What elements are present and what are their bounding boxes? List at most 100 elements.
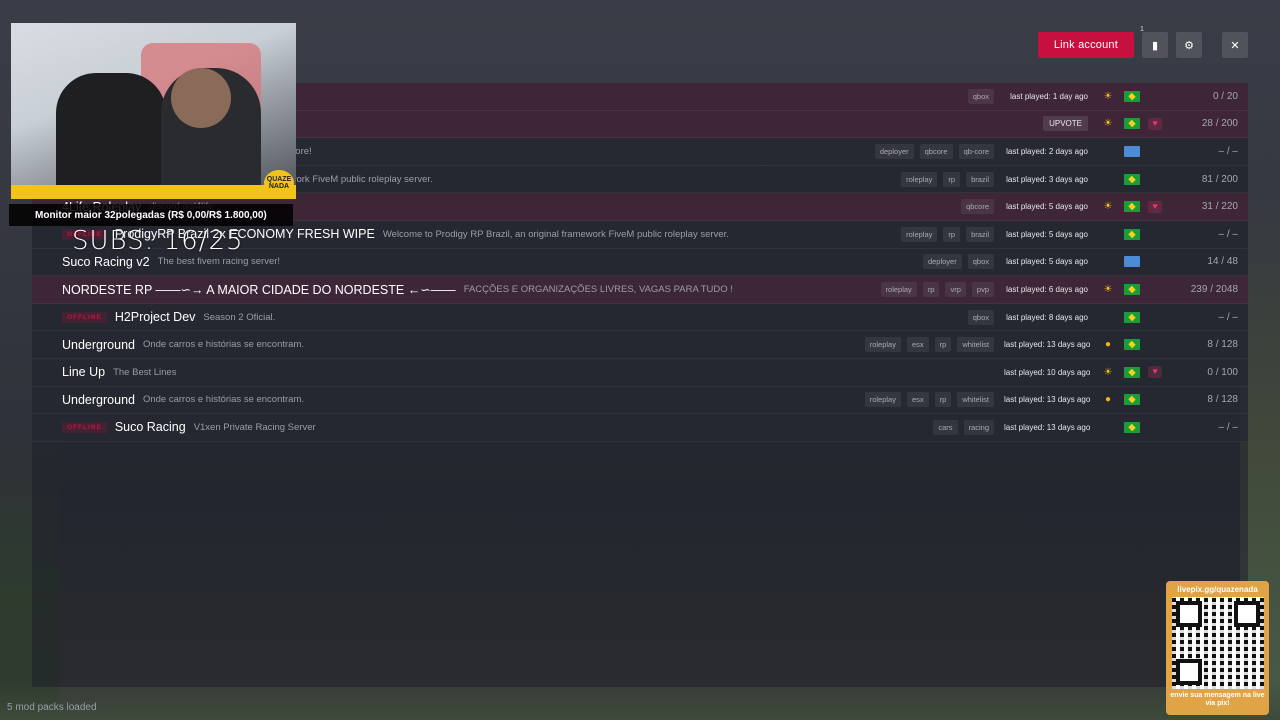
server-tag[interactable]: whitelist xyxy=(957,337,994,353)
server-meta: UPVOTE ☀ ♥ 28 / 200 xyxy=(1043,111,1238,138)
player-count: 0 / 100 xyxy=(1207,366,1238,378)
donation-goal: Monitor maior 32polegadas (R$ 0,00/R$ 1.… xyxy=(9,204,293,226)
close-icon: ✕ xyxy=(1230,39,1240,52)
server-tag[interactable]: roleplay xyxy=(864,392,901,408)
server-tag[interactable]: roleplay xyxy=(901,226,938,242)
streamer-logo: QUAZE NADA xyxy=(264,170,294,196)
webcam-overlay xyxy=(11,23,296,185)
brazil-flag-icon xyxy=(1124,283,1140,295)
server-name: Underground xyxy=(62,337,135,352)
server-description: The Best Lines xyxy=(113,366,177,378)
server-row[interactable]: OFFLINE H2Project Dev Season 2 Oficial. qbo… xyxy=(32,303,1248,332)
qr-overlay: livepix.gg/quazenada envie sua mensagem … xyxy=(1166,581,1269,715)
last-played: last played: 1 day ago xyxy=(1010,91,1088,101)
server-description: Season 2 Oficial. xyxy=(203,311,276,323)
server-description: Onde carros e histórias se encontram. xyxy=(142,339,305,351)
brazil-flag-icon xyxy=(1124,228,1140,240)
server-tag[interactable]: vrp xyxy=(945,281,966,297)
server-tag[interactable]: brazil xyxy=(966,171,994,187)
server-row[interactable]: Underground Onde carros e histórias se en… xyxy=(32,386,1248,415)
server-meta: deployer qbox last played: 5 days ago 14 / … xyxy=(922,249,1238,276)
brazil-flag-icon xyxy=(1124,421,1140,433)
player-count: 28 / 200 xyxy=(1201,118,1238,130)
server-tag[interactable]: rp xyxy=(934,392,952,408)
server-name: Suco Racing v2 xyxy=(62,254,150,269)
server-icon xyxy=(38,393,54,407)
heart-icon[interactable]: ♥ xyxy=(1148,200,1162,213)
offline-badge: OFFLINE xyxy=(62,421,107,433)
qr-corner xyxy=(1233,601,1260,627)
locale-icon xyxy=(1124,256,1140,268)
sun-icon: ☀ xyxy=(1103,366,1113,378)
player-count: 31 / 220 xyxy=(1201,201,1238,213)
last-played: last played: 2 days ago xyxy=(1006,146,1088,156)
server-meta: qbox last played: 1 day ago ☀ 0 / 20 xyxy=(967,83,1238,110)
last-played: last played: 5 days ago xyxy=(1006,202,1088,212)
server-tag[interactable]: esx xyxy=(906,337,929,353)
server-tag[interactable]: whitelist xyxy=(957,392,994,408)
server-tag[interactable]: brazil xyxy=(966,226,994,242)
server-tag[interactable]: rp xyxy=(943,171,961,187)
server-row[interactable]: Underground Onde carros e histórias se en… xyxy=(32,331,1248,359)
server-tag[interactable]: esx xyxy=(906,392,929,408)
upvote-button[interactable]: UPVOTE xyxy=(1043,116,1088,132)
server-tag[interactable]: pvp xyxy=(971,281,994,297)
server-meta: roleplay rp brazil last played: 5 days ago –… xyxy=(901,221,1238,248)
notification-count: 1 xyxy=(1140,26,1144,33)
moon-icon: ● xyxy=(1104,394,1112,406)
server-tag[interactable]: deployer xyxy=(874,143,914,159)
server-tag[interactable]: roleplay xyxy=(901,171,938,187)
last-played: last played: 13 days ago xyxy=(1004,395,1091,405)
server-row[interactable]: NORDESTE RP ——∽→ A MAIOR CIDADE DO NORDE… xyxy=(32,276,1248,304)
brazil-flag-icon xyxy=(1124,201,1140,213)
server-icon xyxy=(38,227,54,241)
server-description: Welcome to Prodigy RP Brazil, an origina… xyxy=(382,228,729,240)
server-tag[interactable]: qbox xyxy=(967,309,994,325)
server-tag[interactable]: roleplay xyxy=(880,281,917,297)
server-name: Line Up xyxy=(62,365,106,380)
server-tag[interactable]: deployer xyxy=(922,254,962,270)
server-row[interactable]: OFFLINE Suco Racing V1xen Private Racing S… xyxy=(32,414,1248,442)
server-tag[interactable]: roleplay xyxy=(864,337,901,353)
server-meta: deployer qbcore qb-core last played: 2 days… xyxy=(874,138,1238,165)
server-tag[interactable]: qb-core xyxy=(958,143,994,159)
player-count: 8 / 128 xyxy=(1207,394,1238,406)
sun-icon: ☀ xyxy=(1103,90,1113,102)
link-account-button[interactable]: Link account xyxy=(1037,32,1134,58)
locale-icon xyxy=(1124,145,1140,157)
qr-url: livepix.gg/quazenada xyxy=(1177,585,1258,594)
last-played: last played: 5 days ago xyxy=(1006,229,1088,239)
server-tag[interactable]: qbcore xyxy=(919,143,953,159)
settings-button[interactable]: ⚙ xyxy=(1176,32,1202,58)
server-tag[interactable]: qbcore xyxy=(961,199,994,215)
close-button[interactable]: ✕ xyxy=(1222,32,1248,58)
player-count: – / – xyxy=(1218,421,1238,433)
server-tag[interactable]: cars xyxy=(933,419,958,435)
server-description: FACÇÕES E ORGANIZAÇÕES LIVRES, VAGAS PAR… xyxy=(463,283,733,295)
server-row[interactable]: Line Up The Best Lines last played: 10 day… xyxy=(32,358,1248,387)
notifications-button[interactable]: 1 ▮ xyxy=(1140,26,1168,58)
brazil-flag-icon xyxy=(1124,118,1140,130)
server-tag[interactable]: rp xyxy=(922,281,940,297)
last-played: last played: 13 days ago xyxy=(1004,340,1091,350)
brazil-flag-icon xyxy=(1124,90,1140,102)
server-tag[interactable]: qbox xyxy=(967,88,994,104)
brazil-flag-icon xyxy=(1124,394,1140,406)
top-bar: Link account 1 ▮ ⚙ ✕ xyxy=(1037,26,1248,58)
server-tag[interactable]: rp xyxy=(943,226,961,242)
heart-icon[interactable]: ♥ xyxy=(1148,117,1162,130)
qr-corner xyxy=(1175,601,1202,627)
server-tag[interactable]: racing xyxy=(963,419,994,435)
server-meta: last played: 10 days ago ☀ ♥ 0 / 100 xyxy=(1000,359,1238,386)
server-tag[interactable]: qbox xyxy=(967,254,994,270)
qr-caption: envie sua mensagem na live via pix! xyxy=(1170,692,1265,707)
server-icon xyxy=(38,255,54,269)
webcam-bar xyxy=(11,185,296,199)
brazil-flag-icon xyxy=(1124,311,1140,323)
server-icon xyxy=(38,282,54,296)
brazil-flag-icon xyxy=(1124,339,1140,351)
server-tag[interactable]: rp xyxy=(934,337,952,353)
qr-corner xyxy=(1175,659,1202,685)
heart-icon[interactable]: ♥ xyxy=(1148,366,1162,379)
player-count: 14 / 48 xyxy=(1207,256,1238,268)
